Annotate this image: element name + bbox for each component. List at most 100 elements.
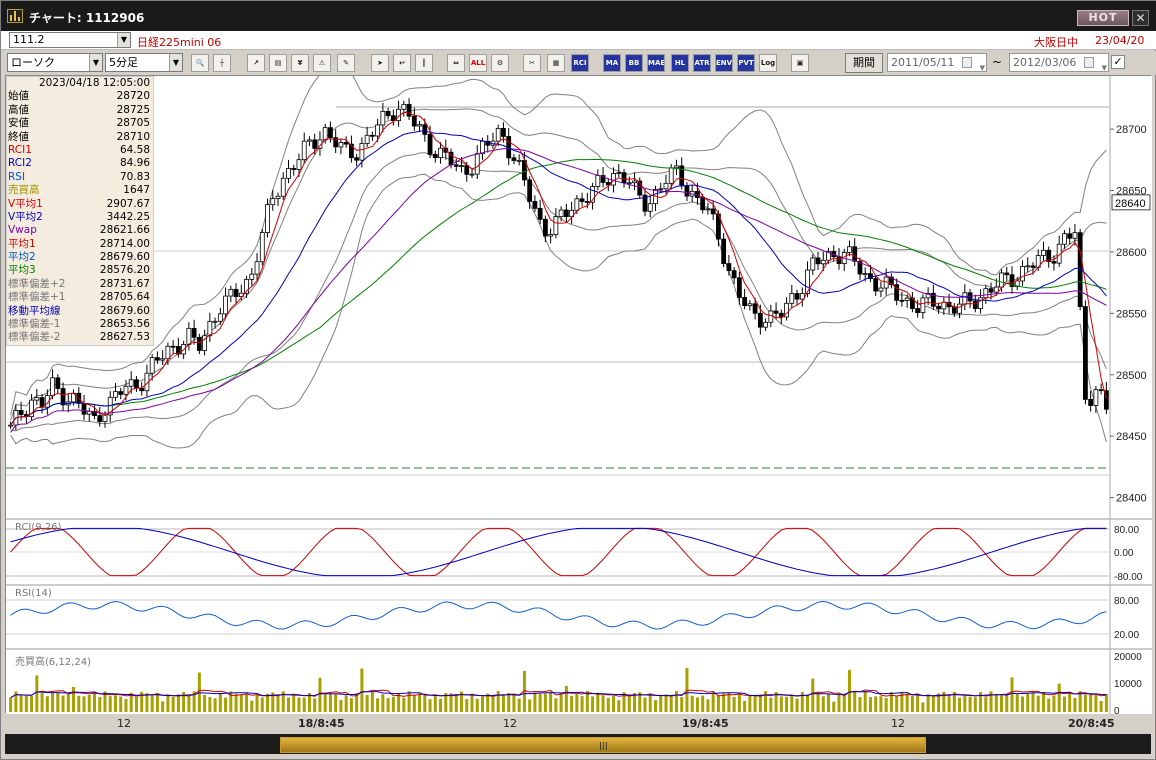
code-dropdown[interactable]: 111.2 ▼ [9,32,131,48]
crosshair-icon[interactable]: ┼ [213,54,231,72]
candle-body [301,140,307,161]
volume-bar [208,697,212,712]
settings-icon[interactable]: ⚙ [491,54,509,72]
toolbar-bb-button[interactable]: BB [625,54,643,72]
volume-bar [360,668,364,712]
volume-bar [659,695,663,712]
interval-select[interactable]: 5分足 ▼ [105,53,183,72]
palette-icon[interactable]: ▦ [547,54,565,72]
volume-bar [449,693,453,712]
toolbar-atr-button[interactable]: ATR [693,54,711,72]
candle-body [972,300,978,310]
rci-tick-label: -80.00 [1114,572,1143,583]
toolbar-log-button[interactable]: Log [759,54,777,72]
toolbar-mae-button[interactable]: MAE [647,54,665,72]
close-button[interactable]: ✕ [1132,10,1149,26]
volume-bar [302,697,306,712]
instrument-bar: 111.2 ▼ 日経225mini 06 大阪日中 23/04/20 [1,31,1156,50]
volume-bar [601,695,605,712]
volume-bar [580,696,584,712]
candle-body [265,204,270,233]
period-checkbox[interactable]: ✓ [1111,55,1125,69]
toolbar-rci-button[interactable]: RCI [571,54,589,72]
toolbar-pvt-button[interactable]: PVT [737,54,755,72]
toolbar-ma-button[interactable]: MA [603,54,621,72]
calendar-icon[interactable] [962,57,972,68]
volume-bar [224,697,228,712]
hot-button[interactable]: HOT [1077,10,1129,26]
toolbar-hl-button[interactable]: HL [671,54,689,72]
tools-icon[interactable]: ✂ [523,54,541,72]
zoom-icon[interactable]: 🔍 [191,54,209,72]
candle-body [34,397,40,401]
sub-icon[interactable]: ▣ [791,54,809,72]
candle-body [385,110,391,117]
candle-body [579,198,585,202]
volume-bar [255,695,259,712]
volume-bar [790,695,794,712]
instrument-name: 日経225mini 06 [137,36,222,49]
calendar-icon[interactable] [1084,57,1094,68]
candle-body [453,164,459,167]
price-chart-svg[interactable]: 2870028650286002855028500284502840028640… [6,76,1152,714]
volume-bar [475,698,479,712]
dollar-icon[interactable]: ¥ [291,54,309,72]
candle-body [259,232,265,263]
candle-body [333,137,339,148]
candle-body [233,288,239,297]
title-bar[interactable]: チャート: 1112906 HOT ✕ [1,1,1156,31]
volume-bar [370,691,374,712]
info-value: 28705 [116,117,150,130]
candle-body [343,142,349,145]
period-button[interactable]: 期間 [845,53,883,73]
info-row: V平均1 2907.67 [7,198,153,211]
info-row: 平均2 28679.60 [7,251,153,264]
x-axis-label: 12 [117,717,131,730]
candle-body [815,257,821,265]
volume-bar [711,692,715,712]
chevron-down-icon[interactable]: ▼ [89,54,102,71]
arrow-icon[interactable]: ↩ [393,54,411,72]
info-value: 3442.25 [106,210,150,223]
candle-body [469,173,475,176]
toolbar-all-button[interactable]: ALL [469,54,487,72]
candle-body [296,159,302,170]
chart-area[interactable]: 28700 28650 28600 28550 28500 28450 28400 28640… [5,75,1152,714]
chevron-down-icon[interactable]: ▼ [169,54,182,71]
volume-bar [407,691,411,712]
volume-bar [145,693,149,712]
info-row: 平均1 28714.00 [7,238,153,251]
candle-body [957,303,962,314]
info-key: 高値 [8,103,29,116]
pencil-icon[interactable]: ✎ [337,54,355,72]
volume-bar [260,697,264,712]
scroll-thumb[interactable]: ||| [280,737,926,753]
candle-icon[interactable]: ┃ [415,54,433,72]
chevron-down-icon[interactable]: ▼ [117,33,130,47]
volume-bar [45,696,49,712]
cursor-icon[interactable]: ➤ [371,54,389,72]
date-to-field[interactable]: 2012/03/06 ▼ [1009,53,1109,72]
volume-bar [737,693,741,712]
volume-bar [926,694,930,712]
candle-body [1041,249,1046,256]
volume-bar [134,696,138,712]
bar-compare-icon[interactable]: ▤ [269,54,287,72]
candle-body [312,139,318,149]
candle-body [165,345,171,360]
volume-bar [381,694,385,712]
toolbar-env-button[interactable]: ENV [715,54,733,72]
volume-tick-label: 0 [1114,706,1120,714]
chart-type-select[interactable]: ローソク ▼ [7,53,103,72]
rci-label: RCI(9,26) [15,522,62,533]
trend-icon[interactable]: ↗ [247,54,265,72]
move-icon[interactable]: ⇔ [447,54,465,72]
date-from-field[interactable]: 2011/05/11 ▼ [887,53,987,72]
volume-bar [821,696,825,712]
info-value: 28714.00 [99,237,150,250]
warning-icon[interactable]: ⚠ [313,54,331,72]
candle-body [763,321,768,328]
info-value: 64.58 [119,143,150,156]
candle-body [191,327,197,338]
candle-body [700,197,706,211]
